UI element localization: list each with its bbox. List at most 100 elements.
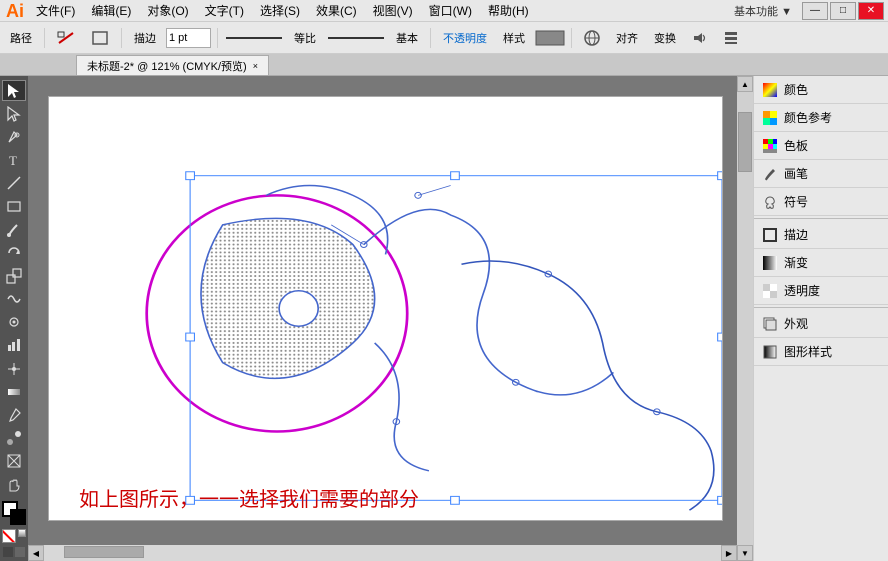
stroke-rect-btn[interactable] (85, 27, 115, 49)
panel-gradient[interactable]: 渐变 (754, 249, 888, 277)
scale-tool[interactable] (2, 265, 26, 286)
selection-tool[interactable] (2, 80, 26, 101)
gradient-tool[interactable] (2, 381, 26, 402)
vertical-scrollbar[interactable]: ▲ ▼ (737, 76, 753, 561)
menu-object[interactable]: 对象(O) (139, 0, 196, 21)
stroke-icon-btn[interactable] (51, 28, 81, 48)
artboard: 如上图所示，一一选择我们需要的部分 (48, 96, 723, 521)
scroll-track[interactable] (737, 92, 753, 545)
gradient-icon (762, 255, 778, 271)
text-tool[interactable]: T (2, 150, 26, 171)
line-tool[interactable] (2, 173, 26, 194)
symbol-icon (762, 194, 778, 210)
tab-bar: 未标题-2* @ 121% (CMYK/预览) × (0, 54, 888, 76)
scroll-down-button[interactable]: ▼ (737, 545, 753, 561)
toolbar-separator4 (430, 28, 431, 48)
settings-icon (724, 31, 738, 45)
menu-view[interactable]: 视图(V) (365, 0, 421, 21)
hollow-arrow-icon (6, 106, 22, 122)
canvas-area[interactable]: 如上图所示，一一选择我们需要的部分 ▲ ▼ ◀ ▶ (28, 76, 753, 561)
window-close-button[interactable]: ✕ (858, 2, 884, 20)
style-label: 样式 (497, 27, 531, 49)
graphicstyle-icon (762, 344, 778, 360)
eyedropper-tool[interactable] (2, 404, 26, 425)
horizontal-scrollbar[interactable]: ◀ ▶ (28, 545, 737, 561)
panel-colorref[interactable]: 颜色参考 (754, 104, 888, 132)
column-graph-tool[interactable] (2, 335, 26, 356)
panel-swatches[interactable]: 色板 (754, 132, 888, 160)
profile-button[interactable] (578, 27, 606, 49)
hand-tool[interactable] (2, 474, 26, 495)
colorref-icon (762, 110, 778, 126)
scroll-right-button[interactable]: ▶ (721, 545, 737, 561)
scale-icon (6, 268, 22, 284)
menu-text[interactable]: 文字(T) (197, 0, 252, 21)
menu-edit[interactable]: 编辑(E) (83, 0, 139, 21)
speaker-icon (692, 31, 708, 45)
menu-window[interactable]: 窗口(W) (421, 0, 480, 21)
stroke-value-input[interactable] (166, 28, 211, 48)
line-icon (6, 175, 22, 191)
app-logo: Ai (6, 2, 24, 20)
gradient-panel-label: 渐变 (784, 254, 808, 271)
scroll-thumb[interactable] (738, 112, 752, 172)
panel-separator2 (754, 307, 888, 308)
toolbar-separator2 (121, 28, 122, 48)
symbol-tool[interactable] (2, 312, 26, 333)
menu-effect[interactable]: 效果(C) (308, 0, 365, 21)
scroll-up-button[interactable]: ▲ (737, 76, 753, 92)
window-minimize-button[interactable]: — (802, 2, 828, 20)
hscroll-track[interactable] (44, 545, 721, 561)
base-label: 基本 (390, 27, 424, 49)
blend-tool[interactable] (2, 428, 26, 449)
document-tab[interactable]: 未标题-2* @ 121% (CMYK/预览) × (76, 55, 269, 75)
stroke-rect-icon (91, 30, 109, 46)
transparency-panel-label: 透明度 (784, 282, 820, 299)
tab-close-button[interactable]: × (253, 61, 258, 71)
scroll-left-button[interactable]: ◀ (28, 545, 44, 561)
view-mode-icons (3, 547, 25, 557)
brush-icon (6, 222, 22, 238)
settings-button[interactable] (718, 28, 744, 48)
slice-tool[interactable] (2, 451, 26, 472)
fg-bg-colors (2, 501, 26, 525)
pen-icon (6, 129, 22, 145)
window-maximize-button[interactable]: □ (830, 2, 856, 20)
brush-tool[interactable] (2, 219, 26, 240)
rotate-tool[interactable] (2, 242, 26, 263)
menu-select[interactable]: 选择(S) (252, 0, 308, 21)
gradient-swatch[interactable] (18, 529, 26, 537)
menu-file[interactable]: 文件(F) (28, 0, 83, 21)
panel-symbol[interactable]: 符号 (754, 188, 888, 216)
canvas-scroll: 如上图所示，一一选择我们需要的部分 (28, 76, 753, 561)
mesh-tool[interactable] (2, 358, 26, 379)
preview-mode-icon[interactable] (15, 547, 25, 557)
toolbar-separator5 (571, 28, 572, 48)
panel-color[interactable]: 颜色 (754, 76, 888, 104)
brush-icon (762, 166, 778, 182)
normal-mode-icon[interactable] (3, 547, 13, 557)
pen-tool[interactable] (2, 126, 26, 147)
panel-stroke[interactable]: 描边 (754, 221, 888, 249)
align-label: 对齐 (610, 27, 644, 49)
menu-help[interactable]: 帮助(H) (480, 0, 537, 21)
stroke-diag-icon (57, 31, 75, 45)
menu-bar[interactable]: 文件(F) 编辑(E) 对象(O) 文字(T) 选择(S) 效果(C) 视图(V… (28, 0, 537, 21)
panel-brush[interactable]: 画笔 (754, 160, 888, 188)
bg-color-swatch[interactable] (10, 509, 26, 525)
opacity-label[interactable]: 不透明度 (437, 27, 493, 49)
panel-appearance[interactable]: 外观 (754, 310, 888, 338)
hscroll-thumb[interactable] (64, 546, 144, 558)
rect-tool[interactable] (2, 196, 26, 217)
panel-graphicstyle[interactable]: 图形样式 (754, 338, 888, 366)
warp-tool[interactable] (2, 289, 26, 310)
mesh-icon (6, 361, 22, 377)
speaker-button[interactable] (686, 28, 714, 48)
direct-selection-tool[interactable] (2, 103, 26, 124)
brush-panel-label: 画笔 (784, 165, 808, 182)
none-color-button[interactable] (2, 529, 16, 543)
tab-title: 未标题-2* @ 121% (CMYK/预览) (87, 58, 247, 74)
workspace-selector[interactable]: 基本功能 ▼ (726, 3, 800, 19)
panel-transparency[interactable]: 透明度 (754, 277, 888, 305)
globe-icon (584, 30, 600, 46)
